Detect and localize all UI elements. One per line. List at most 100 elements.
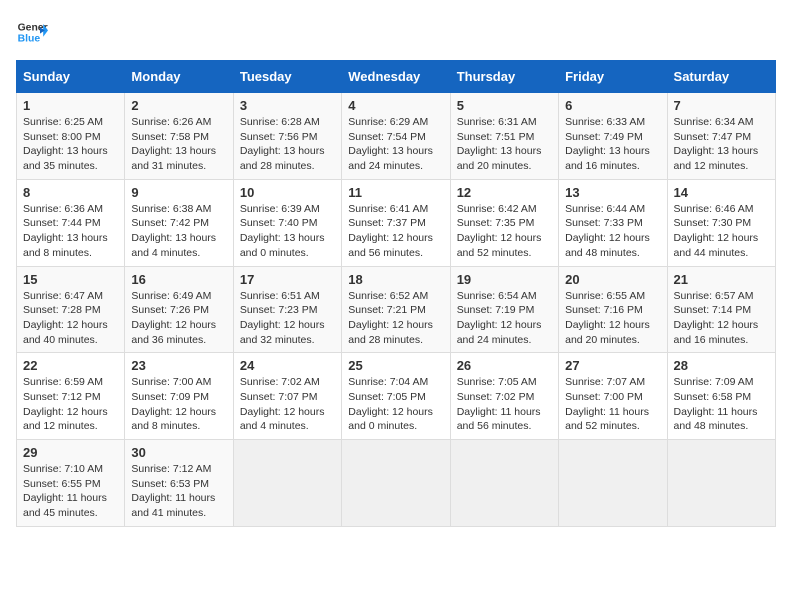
day-number: 27 bbox=[565, 358, 660, 373]
header-saturday: Saturday bbox=[667, 61, 775, 93]
page-header: General Blue bbox=[16, 16, 776, 48]
calendar-cell: 17 Sunrise: 6:51 AMSunset: 7:23 PMDaylig… bbox=[233, 266, 341, 353]
day-info: Sunrise: 6:51 AMSunset: 7:23 PMDaylight:… bbox=[240, 290, 325, 346]
day-number: 17 bbox=[240, 272, 335, 287]
header-wednesday: Wednesday bbox=[342, 61, 450, 93]
day-info: Sunrise: 6:39 AMSunset: 7:40 PMDaylight:… bbox=[240, 203, 325, 259]
logo: General Blue bbox=[16, 16, 48, 48]
day-number: 10 bbox=[240, 185, 335, 200]
calendar-cell: 21 Sunrise: 6:57 AMSunset: 7:14 PMDaylig… bbox=[667, 266, 775, 353]
calendar-cell: 19 Sunrise: 6:54 AMSunset: 7:19 PMDaylig… bbox=[450, 266, 558, 353]
calendar-cell: 20 Sunrise: 6:55 AMSunset: 7:16 PMDaylig… bbox=[559, 266, 667, 353]
calendar-week-row: 1 Sunrise: 6:25 AMSunset: 8:00 PMDayligh… bbox=[17, 93, 776, 180]
day-info: Sunrise: 6:34 AMSunset: 7:47 PMDaylight:… bbox=[674, 116, 759, 172]
day-number: 24 bbox=[240, 358, 335, 373]
calendar-cell: 11 Sunrise: 6:41 AMSunset: 7:37 PMDaylig… bbox=[342, 179, 450, 266]
day-number: 1 bbox=[23, 98, 118, 113]
calendar-cell: 5 Sunrise: 6:31 AMSunset: 7:51 PMDayligh… bbox=[450, 93, 558, 180]
calendar-cell bbox=[233, 440, 341, 527]
day-number: 29 bbox=[23, 445, 118, 460]
calendar-table: SundayMondayTuesdayWednesdayThursdayFrid… bbox=[16, 60, 776, 527]
day-info: Sunrise: 6:25 AMSunset: 8:00 PMDaylight:… bbox=[23, 116, 108, 172]
day-info: Sunrise: 6:29 AMSunset: 7:54 PMDaylight:… bbox=[348, 116, 433, 172]
day-info: Sunrise: 6:26 AMSunset: 7:58 PMDaylight:… bbox=[131, 116, 216, 172]
day-info: Sunrise: 6:54 AMSunset: 7:19 PMDaylight:… bbox=[457, 290, 542, 346]
calendar-cell: 7 Sunrise: 6:34 AMSunset: 7:47 PMDayligh… bbox=[667, 93, 775, 180]
calendar-cell: 6 Sunrise: 6:33 AMSunset: 7:49 PMDayligh… bbox=[559, 93, 667, 180]
calendar-week-row: 29 Sunrise: 7:10 AMSunset: 6:55 PMDaylig… bbox=[17, 440, 776, 527]
day-number: 20 bbox=[565, 272, 660, 287]
calendar-cell bbox=[667, 440, 775, 527]
day-number: 8 bbox=[23, 185, 118, 200]
day-number: 21 bbox=[674, 272, 769, 287]
day-info: Sunrise: 6:42 AMSunset: 7:35 PMDaylight:… bbox=[457, 203, 542, 259]
header-monday: Monday bbox=[125, 61, 233, 93]
day-number: 2 bbox=[131, 98, 226, 113]
calendar-cell: 13 Sunrise: 6:44 AMSunset: 7:33 PMDaylig… bbox=[559, 179, 667, 266]
calendar-cell bbox=[559, 440, 667, 527]
calendar-cell: 26 Sunrise: 7:05 AMSunset: 7:02 PMDaylig… bbox=[450, 353, 558, 440]
header-tuesday: Tuesday bbox=[233, 61, 341, 93]
calendar-cell: 29 Sunrise: 7:10 AMSunset: 6:55 PMDaylig… bbox=[17, 440, 125, 527]
calendar-cell: 24 Sunrise: 7:02 AMSunset: 7:07 PMDaylig… bbox=[233, 353, 341, 440]
day-info: Sunrise: 7:10 AMSunset: 6:55 PMDaylight:… bbox=[23, 463, 107, 519]
header-friday: Friday bbox=[559, 61, 667, 93]
calendar-cell: 3 Sunrise: 6:28 AMSunset: 7:56 PMDayligh… bbox=[233, 93, 341, 180]
day-number: 26 bbox=[457, 358, 552, 373]
calendar-cell: 15 Sunrise: 6:47 AMSunset: 7:28 PMDaylig… bbox=[17, 266, 125, 353]
calendar-cell bbox=[342, 440, 450, 527]
day-number: 7 bbox=[674, 98, 769, 113]
day-info: Sunrise: 6:55 AMSunset: 7:16 PMDaylight:… bbox=[565, 290, 650, 346]
day-number: 22 bbox=[23, 358, 118, 373]
calendar-cell: 16 Sunrise: 6:49 AMSunset: 7:26 PMDaylig… bbox=[125, 266, 233, 353]
calendar-header-row: SundayMondayTuesdayWednesdayThursdayFrid… bbox=[17, 61, 776, 93]
day-info: Sunrise: 6:36 AMSunset: 7:44 PMDaylight:… bbox=[23, 203, 108, 259]
calendar-cell: 14 Sunrise: 6:46 AMSunset: 7:30 PMDaylig… bbox=[667, 179, 775, 266]
day-number: 15 bbox=[23, 272, 118, 287]
day-number: 23 bbox=[131, 358, 226, 373]
day-number: 13 bbox=[565, 185, 660, 200]
day-info: Sunrise: 6:57 AMSunset: 7:14 PMDaylight:… bbox=[674, 290, 759, 346]
day-number: 14 bbox=[674, 185, 769, 200]
header-thursday: Thursday bbox=[450, 61, 558, 93]
calendar-cell: 10 Sunrise: 6:39 AMSunset: 7:40 PMDaylig… bbox=[233, 179, 341, 266]
calendar-cell: 12 Sunrise: 6:42 AMSunset: 7:35 PMDaylig… bbox=[450, 179, 558, 266]
day-info: Sunrise: 6:44 AMSunset: 7:33 PMDaylight:… bbox=[565, 203, 650, 259]
day-info: Sunrise: 7:00 AMSunset: 7:09 PMDaylight:… bbox=[131, 376, 216, 432]
calendar-week-row: 22 Sunrise: 6:59 AMSunset: 7:12 PMDaylig… bbox=[17, 353, 776, 440]
calendar-cell: 22 Sunrise: 6:59 AMSunset: 7:12 PMDaylig… bbox=[17, 353, 125, 440]
day-info: Sunrise: 6:38 AMSunset: 7:42 PMDaylight:… bbox=[131, 203, 216, 259]
day-info: Sunrise: 6:41 AMSunset: 7:37 PMDaylight:… bbox=[348, 203, 433, 259]
calendar-cell: 9 Sunrise: 6:38 AMSunset: 7:42 PMDayligh… bbox=[125, 179, 233, 266]
calendar-week-row: 8 Sunrise: 6:36 AMSunset: 7:44 PMDayligh… bbox=[17, 179, 776, 266]
day-number: 11 bbox=[348, 185, 443, 200]
day-number: 4 bbox=[348, 98, 443, 113]
day-number: 6 bbox=[565, 98, 660, 113]
calendar-cell: 8 Sunrise: 6:36 AMSunset: 7:44 PMDayligh… bbox=[17, 179, 125, 266]
day-info: Sunrise: 6:28 AMSunset: 7:56 PMDaylight:… bbox=[240, 116, 325, 172]
day-info: Sunrise: 6:52 AMSunset: 7:21 PMDaylight:… bbox=[348, 290, 433, 346]
day-number: 30 bbox=[131, 445, 226, 460]
day-number: 25 bbox=[348, 358, 443, 373]
calendar-cell: 23 Sunrise: 7:00 AMSunset: 7:09 PMDaylig… bbox=[125, 353, 233, 440]
day-number: 3 bbox=[240, 98, 335, 113]
calendar-week-row: 15 Sunrise: 6:47 AMSunset: 7:28 PMDaylig… bbox=[17, 266, 776, 353]
day-info: Sunrise: 6:59 AMSunset: 7:12 PMDaylight:… bbox=[23, 376, 108, 432]
day-number: 12 bbox=[457, 185, 552, 200]
svg-text:Blue: Blue bbox=[18, 34, 41, 45]
day-info: Sunrise: 6:33 AMSunset: 7:49 PMDaylight:… bbox=[565, 116, 650, 172]
day-info: Sunrise: 7:05 AMSunset: 7:02 PMDaylight:… bbox=[457, 376, 541, 432]
day-info: Sunrise: 7:07 AMSunset: 7:00 PMDaylight:… bbox=[565, 376, 649, 432]
day-info: Sunrise: 6:47 AMSunset: 7:28 PMDaylight:… bbox=[23, 290, 108, 346]
day-number: 28 bbox=[674, 358, 769, 373]
day-info: Sunrise: 7:04 AMSunset: 7:05 PMDaylight:… bbox=[348, 376, 433, 432]
calendar-cell: 28 Sunrise: 7:09 AMSunset: 6:58 PMDaylig… bbox=[667, 353, 775, 440]
calendar-cell: 1 Sunrise: 6:25 AMSunset: 8:00 PMDayligh… bbox=[17, 93, 125, 180]
day-info: Sunrise: 7:09 AMSunset: 6:58 PMDaylight:… bbox=[674, 376, 758, 432]
day-number: 5 bbox=[457, 98, 552, 113]
day-info: Sunrise: 6:49 AMSunset: 7:26 PMDaylight:… bbox=[131, 290, 216, 346]
calendar-cell: 27 Sunrise: 7:07 AMSunset: 7:00 PMDaylig… bbox=[559, 353, 667, 440]
day-info: Sunrise: 6:46 AMSunset: 7:30 PMDaylight:… bbox=[674, 203, 759, 259]
day-info: Sunrise: 6:31 AMSunset: 7:51 PMDaylight:… bbox=[457, 116, 542, 172]
calendar-cell: 18 Sunrise: 6:52 AMSunset: 7:21 PMDaylig… bbox=[342, 266, 450, 353]
